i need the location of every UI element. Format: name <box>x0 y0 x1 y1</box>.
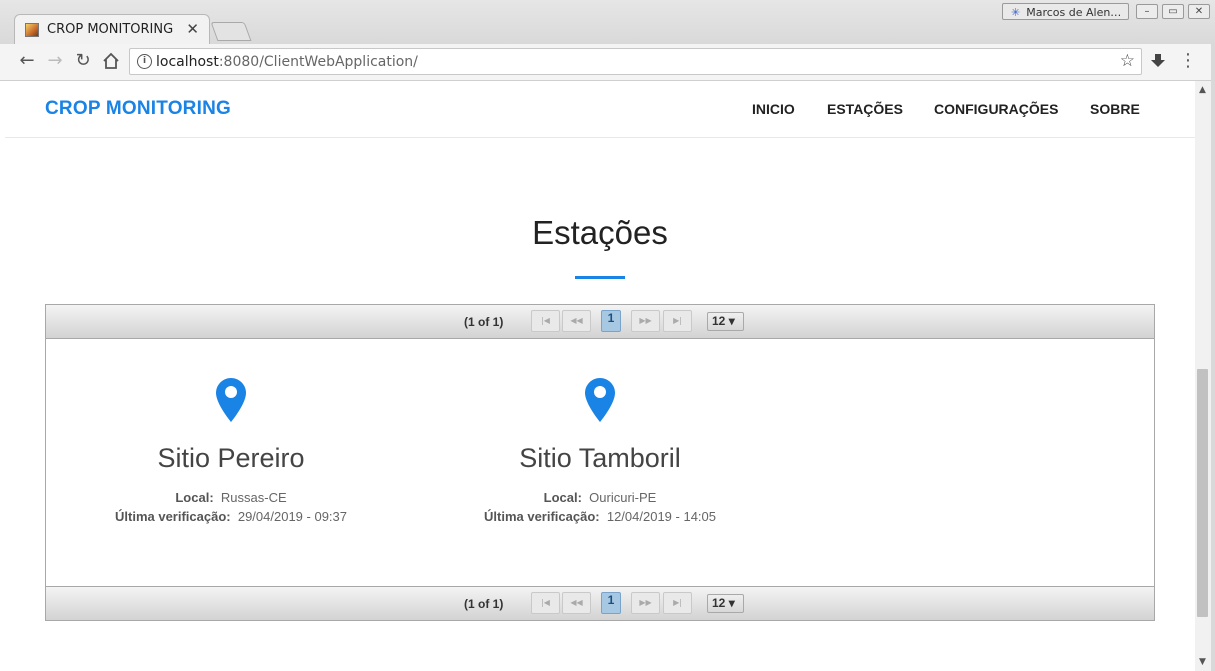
stations-dataview: (1 of 1) |◀ ◀◀ 1 ▶▶ ▶| 12 ▾ Sitio Pereir… <box>45 304 1155 621</box>
page-scrollbar[interactable]: ▲ ▼ <box>1195 81 1211 671</box>
profile-icon: ✳ <box>1011 6 1021 19</box>
nav-item-inicio[interactable]: INICIO <box>752 101 795 117</box>
rows-per-page-select[interactable]: 12 ▾ <box>707 312 744 331</box>
next-page-icon[interactable]: ▶▶ <box>631 310 660 332</box>
forward-arrow-icon[interactable]: → <box>45 51 65 71</box>
home-icon[interactable] <box>101 51 121 71</box>
page-count: (1 of 1) <box>464 597 504 611</box>
address-bar[interactable]: i localhost:8080/ClientWebApplication/ ☆ <box>129 48 1142 75</box>
close-window-button[interactable]: ✕ <box>1188 4 1210 19</box>
station-local: Russas-CE <box>220 490 287 505</box>
scroll-up-icon[interactable]: ▲ <box>1199 85 1206 95</box>
rows-per-page-select[interactable]: 12 ▾ <box>707 594 744 613</box>
station-name: Sitio Tamboril <box>519 443 681 473</box>
scroll-down-icon[interactable]: ▼ <box>1199 657 1206 667</box>
download-icon[interactable] <box>1148 51 1168 71</box>
next-page-icon[interactable]: ▶▶ <box>631 592 660 614</box>
page-button[interactable]: 1 <box>601 592 621 614</box>
back-arrow-icon[interactable]: ← <box>17 51 37 71</box>
station-name: Sitio Pereiro <box>157 443 305 473</box>
maximize-button[interactable]: ▭ <box>1162 4 1184 19</box>
nav-item-sobre[interactable]: SOBRE <box>1090 101 1140 117</box>
brand-logo[interactable]: CROP MONITORING <box>45 98 231 120</box>
first-page-icon[interactable]: |◀ <box>531 592 560 614</box>
station-card[interactable]: Sitio Tamboril Local: Ouricuri-PE Última… <box>435 377 765 526</box>
last-page-icon[interactable]: ▶| <box>663 592 692 614</box>
favicon-icon <box>25 23 39 37</box>
last-page-icon[interactable]: ▶| <box>663 310 692 332</box>
scrollbar-thumb[interactable] <box>1197 369 1208 617</box>
nav-item-estacoes[interactable]: ESTAÇÕES <box>827 101 903 117</box>
page-count: (1 of 1) <box>464 315 504 329</box>
local-label: Local: <box>175 490 214 505</box>
map-pin-icon <box>216 378 246 422</box>
station-local: Ouricuri-PE <box>589 490 657 505</box>
local-label: Local: <box>543 490 582 505</box>
tab-title: CROP MONITORING <box>47 22 174 37</box>
browser-tab[interactable]: CROP MONITORING ✕ <box>14 14 210 44</box>
station-last-check: 29/04/2019 - 09:37 <box>237 509 347 524</box>
first-page-icon[interactable]: |◀ <box>531 310 560 332</box>
browser-titlebar: CROP MONITORING ✕ ✳ Marcos de Alen… – ▭ ✕ <box>0 0 1215 45</box>
profile-name: Marcos de Alen… <box>1026 6 1122 19</box>
site-info-icon[interactable]: i <box>137 54 152 69</box>
station-info: Local: Ouricuri-PE Última verificação: 1… <box>435 488 765 526</box>
last-check-label: Última verificação: <box>484 509 600 524</box>
browser-toolbar: ← → ↻ i localhost:8080/ClientWebApplicat… <box>0 44 1215 81</box>
paginator-bottom: (1 of 1) |◀ ◀◀ 1 ▶▶ ▶| 12 ▾ <box>46 586 1154 620</box>
tab-close-icon[interactable]: ✕ <box>186 20 199 38</box>
menu-dots-icon[interactable]: ⋮ <box>1178 51 1198 71</box>
url-text: localhost:8080/ClientWebApplication/ <box>156 54 418 70</box>
reload-icon[interactable]: ↻ <box>73 51 93 71</box>
page-title: Estações <box>532 214 668 251</box>
paginator-top: (1 of 1) |◀ ◀◀ 1 ▶▶ ▶| 12 ▾ <box>46 305 1154 339</box>
window-border <box>1211 44 1215 671</box>
prev-page-icon[interactable]: ◀◀ <box>562 310 591 332</box>
title-underline <box>575 276 625 279</box>
prev-page-icon[interactable]: ◀◀ <box>562 592 591 614</box>
station-last-check: 12/04/2019 - 14:05 <box>606 509 716 524</box>
nav-item-configuracoes[interactable]: CONFIGURAÇÕES <box>934 101 1058 117</box>
page-viewport: CROP MONITORING INICIO ESTAÇÕES CONFIGUR… <box>5 81 1195 671</box>
profile-button[interactable]: ✳ Marcos de Alen… <box>1002 3 1129 20</box>
new-tab-button[interactable] <box>210 22 252 41</box>
minimize-button[interactable]: – <box>1136 4 1158 19</box>
bookmark-star-icon[interactable]: ☆ <box>1120 51 1135 71</box>
last-check-label: Última verificação: <box>115 509 231 524</box>
station-card[interactable]: Sitio Pereiro Local: Russas-CE Última ve… <box>66 377 396 526</box>
station-info: Local: Russas-CE Última verificação: 29/… <box>66 488 396 526</box>
map-pin-icon <box>585 378 615 422</box>
page-button[interactable]: 1 <box>601 310 621 332</box>
site-navbar: CROP MONITORING INICIO ESTAÇÕES CONFIGUR… <box>5 81 1195 138</box>
